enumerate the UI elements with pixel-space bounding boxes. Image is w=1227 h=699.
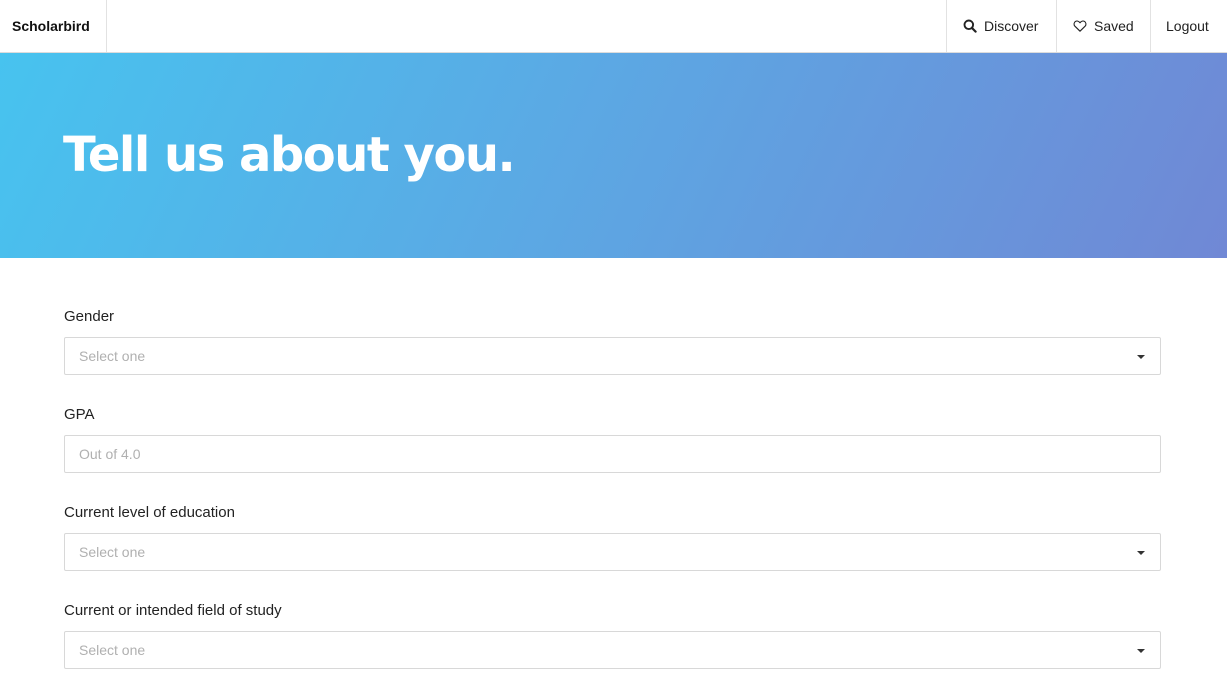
field-of-study-field-group: Current or intended field of study Selec… (64, 601, 1161, 699)
education-label: Current level of education (64, 504, 235, 521)
nav-logout-label: Logout (1166, 18, 1209, 34)
gpa-label: GPA (64, 406, 95, 423)
gender-label: Gender (64, 308, 115, 325)
nav-logout-link[interactable]: Logout (1150, 0, 1227, 52)
chevron-down-icon (1137, 649, 1145, 653)
field-of-study-select-placeholder: Select one (79, 642, 146, 658)
gpa-input[interactable] (64, 435, 1161, 473)
field-of-study-label: Current or intended field of study (64, 602, 282, 619)
nav-saved-label: Saved (1094, 18, 1134, 34)
education-field-group: Current level of education Select one (64, 503, 1161, 601)
hero-banner: Tell us about you. (0, 53, 1227, 258)
nav-discover-label: Discover (984, 18, 1039, 34)
search-icon (963, 19, 977, 33)
profile-form: Gender Select one GPA Current level of e… (64, 307, 1161, 699)
education-select-placeholder: Select one (79, 544, 146, 560)
nav-saved-link[interactable]: Saved (1056, 0, 1150, 52)
chevron-down-icon (1137, 551, 1145, 555)
gender-select-placeholder: Select one (79, 348, 146, 364)
heart-icon (1073, 19, 1087, 33)
brand-logo-link[interactable]: Scholarbird (0, 0, 107, 52)
chevron-down-icon (1137, 355, 1145, 359)
top-navigation-bar: Scholarbird Discover Saved Logout (0, 0, 1227, 53)
nav-discover-link[interactable]: Discover (946, 0, 1056, 52)
gpa-field-group: GPA (64, 405, 1161, 503)
gender-field-group: Gender Select one (64, 307, 1161, 405)
gender-select[interactable]: Select one (64, 337, 1161, 375)
page-title: Tell us about you. (63, 127, 516, 183)
field-of-study-select[interactable]: Select one (64, 631, 1161, 669)
education-select[interactable]: Select one (64, 533, 1161, 571)
